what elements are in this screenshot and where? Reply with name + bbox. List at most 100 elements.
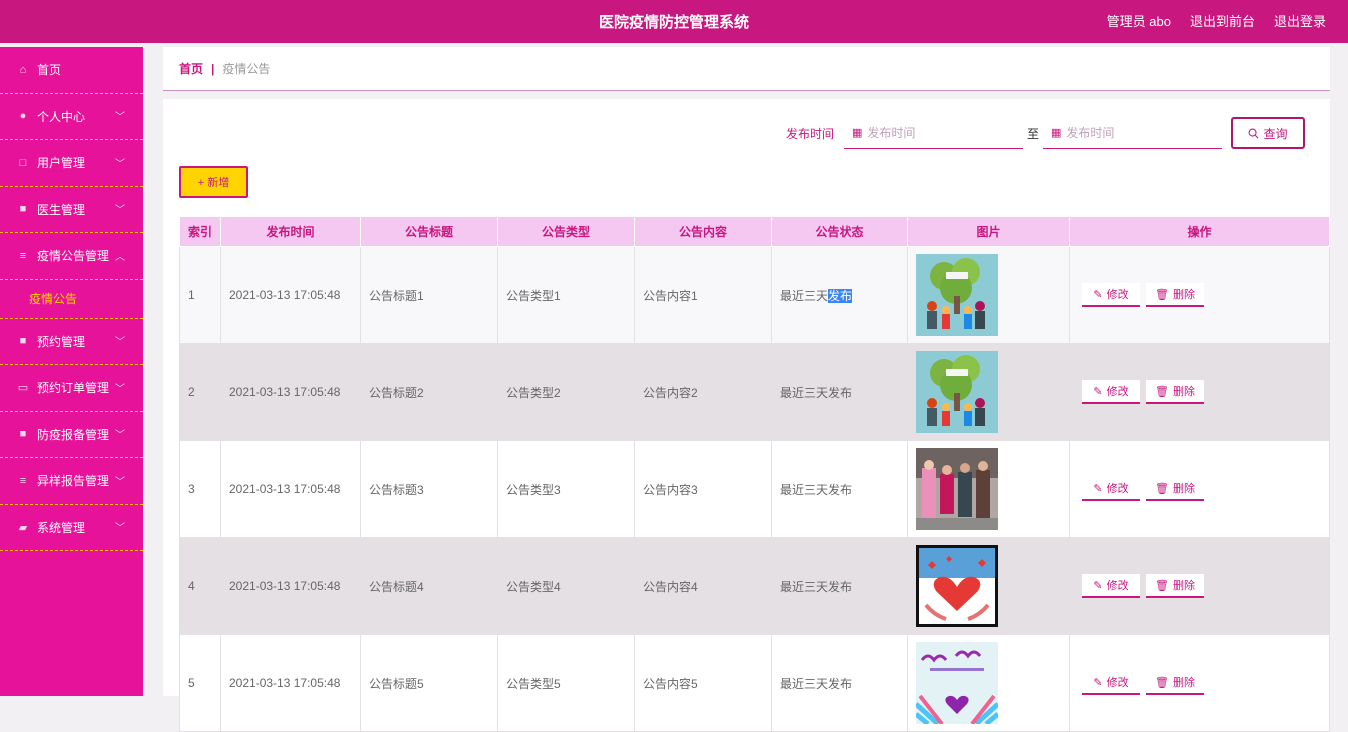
edit-label: 修改 — [1106, 289, 1129, 301]
table-header-row: 索引 发布时间 公告标题 公告类型 公告内容 公告状态 图片 操作 — [179, 216, 1330, 247]
column-header: 操作 — [1069, 216, 1330, 247]
row-actions: ✎ 修改 🗑 删除 — [1069, 343, 1330, 441]
table-body: 1 2021-03-13 17:05:48 公告标题1 公告类型1 公告内容1 最近三天发… — [179, 246, 1330, 732]
trash-icon: 🗑 — [1155, 288, 1169, 301]
edit-label: 修改 — [1106, 483, 1129, 495]
sidebar-item[interactable]: ▰ 系统管理 ﹀ — [0, 505, 143, 551]
row-index: 4 — [179, 537, 221, 635]
delete-label: 删除 — [1172, 386, 1195, 398]
notice-title: 公告标题2 — [360, 343, 498, 441]
logout-link[interactable]: 退出登录 — [1274, 11, 1326, 30]
sidebar-item-label: 防疫报备管理 — [37, 427, 110, 442]
notice-type: 公告类型1 — [497, 246, 635, 344]
notice-type: 公告类型3 — [497, 440, 635, 538]
column-header: 公告状态 — [771, 216, 908, 247]
sidebar-item-label: 首页 — [37, 63, 62, 78]
edit-button[interactable]: ✎ 修改 — [1082, 380, 1140, 404]
charity-poster — [916, 642, 998, 724]
sidebar-item-label: 疫情公告 — [29, 292, 78, 306]
breadcrumb-home[interactable]: 首页 — [179, 60, 203, 77]
search-label: 发布时间 — [785, 126, 834, 141]
chevron-icon: ﹀ — [115, 158, 125, 170]
column-header: 公告类型 — [497, 216, 635, 247]
publish-time: 2021-03-13 17:05:48 — [220, 246, 361, 344]
sidebar: ⌂ 首页 ● 个人中心 ﹀ □ 用户管理 ﹀ ■ 医生管理 ﹀ ≡ 疫情公告管理 ︿ 疫情公告 ■ 预约管理 ﹀ ▭… — [0, 47, 143, 696]
sidebar-item[interactable]: ■ 医生管理 ﹀ — [0, 187, 143, 233]
chevron-icon: ﹀ — [115, 523, 125, 534]
breadcrumb-separator: | — [211, 61, 215, 76]
front-link[interactable]: 退出到前台 — [1190, 11, 1255, 30]
delete-button[interactable]: 🗑 删除 — [1146, 283, 1204, 307]
trash-icon: 🗑 — [1155, 676, 1169, 689]
row-actions: ✎ 修改 🗑 删除 — [1069, 246, 1330, 344]
edit-button[interactable]: ✎ 修改 — [1082, 477, 1140, 501]
sidebar-item-label: 个人中心 — [37, 109, 86, 124]
edit-button[interactable]: ✎ 修改 — [1082, 671, 1140, 695]
row-actions: ✎ 修改 🗑 删除 — [1069, 634, 1330, 732]
add-button[interactable]: + 新增 — [179, 166, 248, 198]
notice-status: 最近三天发布 — [771, 440, 908, 538]
query-button[interactable]: 查询 — [1231, 117, 1305, 149]
chevron-icon: ﹀ — [115, 430, 125, 441]
notice-content: 公告内容3 — [634, 440, 772, 538]
doc-icon: ■ — [19, 428, 27, 441]
delete-button[interactable]: 🗑 删除 — [1146, 477, 1204, 501]
notice-type: 公告类型4 — [497, 537, 635, 635]
notice-image[interactable] — [907, 634, 1070, 732]
notice-title: 公告标题3 — [360, 440, 498, 538]
column-header: 发布时间 — [220, 216, 361, 247]
column-header: 图片 — [907, 216, 1070, 247]
sidebar-item-label: 预约管理 — [37, 334, 86, 349]
breadcrumb: 首页 | 疫情公告 — [163, 47, 1330, 91]
notice-content: 公告内容4 — [634, 537, 772, 635]
column-header: 公告标题 — [360, 216, 498, 247]
notice-status: 最近三天发布 — [771, 634, 908, 732]
table-row: 3 2021-03-13 17:05:48 公告标题3 公告类型3 公告内容3 最近三天发… — [179, 440, 1330, 538]
status-text: 最近三天发布 — [780, 482, 853, 497]
status-text-selected: 发布 — [828, 288, 853, 303]
content-panel: 发布时间 ▦ 发布时间 至 ▦ 发布时间 查询 + 新增 索引 发布时间 公告标题公… — [163, 99, 1330, 732]
notice-image[interactable] — [907, 537, 1070, 635]
sidebar-item[interactable]: ● 个人中心 ﹀ — [0, 94, 143, 140]
home-icon: ⌂ — [19, 63, 27, 76]
delete-button[interactable]: 🗑 删除 — [1146, 671, 1204, 695]
sidebar-item[interactable]: □ 用户管理 ﹀ — [0, 140, 143, 187]
sidebar-item-label: 用户管理 — [37, 156, 86, 171]
row-actions: ✎ 修改 🗑 删除 — [1069, 537, 1330, 635]
user-name: 管理员 abo — [1106, 14, 1171, 29]
status-text: 最近三天发布 — [780, 385, 853, 400]
message-icon: ▭ — [17, 382, 29, 395]
end-date-field[interactable]: ▦ 发布时间 — [1043, 118, 1222, 149]
list-icon: ≡ — [19, 474, 27, 487]
list-icon: ≡ — [19, 249, 27, 262]
edit-button[interactable]: ✎ 修改 — [1082, 574, 1140, 598]
sidebar-item[interactable]: ■ 预约管理 ﹀ — [0, 319, 143, 365]
sidebar-item[interactable]: ≡ 疫情公告管理 ︿ — [0, 233, 143, 280]
row-actions: ✎ 修改 🗑 删除 — [1069, 440, 1330, 538]
edit-button[interactable]: ✎ 修改 — [1082, 283, 1140, 307]
sidebar-item[interactable]: 疫情公告 — [0, 280, 143, 319]
notice-image[interactable] — [907, 440, 1070, 538]
sidebar-item-label: 预约订单管理 — [37, 381, 110, 396]
edit-icon: ✎ — [1093, 385, 1103, 398]
notice-status: 最近三天发布 — [771, 246, 908, 344]
notice-image[interactable] — [907, 343, 1070, 441]
start-date-placeholder: 发布时间 — [867, 126, 916, 140]
delete-button[interactable]: 🗑 删除 — [1146, 380, 1204, 404]
sidebar-item-label: 异样报告管理 — [37, 474, 110, 489]
delete-button[interactable]: 🗑 删除 — [1146, 574, 1204, 598]
start-date-field[interactable]: ▦ 发布时间 — [843, 118, 1023, 149]
chevron-icon: ﹀ — [115, 383, 125, 395]
status-text: 最近三天发布 — [780, 579, 853, 594]
heart-hands — [916, 545, 998, 627]
search-bar: 发布时间 ▦ 发布时间 至 ▦ 发布时间 查询 — [786, 117, 1305, 149]
calendar-icon: ▦ — [851, 127, 863, 139]
sidebar-item[interactable]: ≡ 异样报告管理 ﹀ — [0, 458, 143, 505]
sidebar-item[interactable]: ⌂ 首页 — [0, 47, 143, 94]
search-icon — [1249, 128, 1259, 138]
sidebar-item[interactable]: ■ 防疫报备管理 ﹀ — [0, 412, 143, 458]
sidebar-item[interactable]: ▭ 预约订单管理 ﹀ — [0, 365, 143, 412]
notice-image[interactable] — [907, 246, 1070, 344]
user-icon: ● — [19, 110, 27, 123]
edit-icon: ✎ — [1093, 288, 1103, 301]
